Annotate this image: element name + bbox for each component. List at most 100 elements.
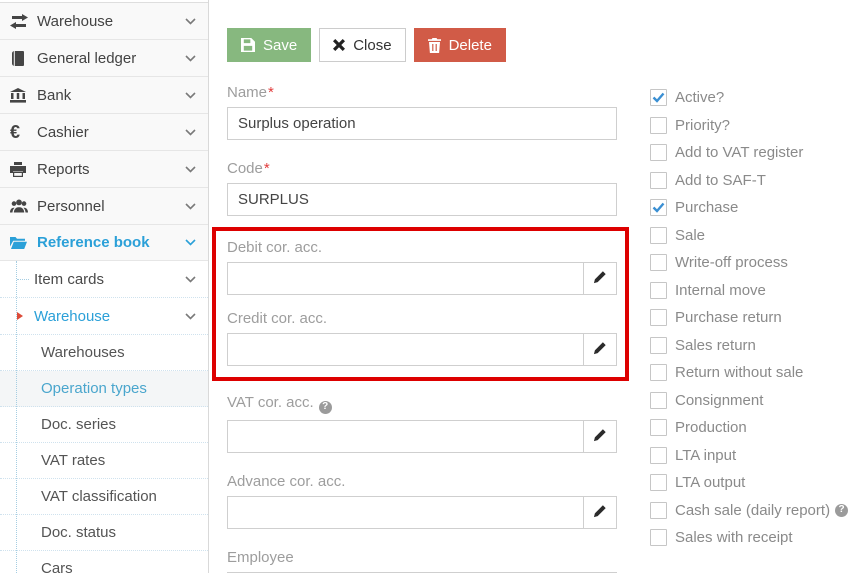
checkbox-row-lta-output[interactable]: LTA output: [650, 474, 848, 491]
sidebar: Warehouse General ledger Bank Cashier: [0, 0, 209, 573]
add-to-saf-t-checkbox[interactable]: [650, 171, 667, 189]
checkbox-label[interactable]: Write-off process: [675, 254, 788, 271]
checkbox-row-return-without-sale[interactable]: Return without sale: [650, 364, 848, 381]
return-without-sale-checkbox[interactable]: [650, 364, 667, 381]
checkbox-label[interactable]: Active?: [675, 89, 724, 106]
edit-vat-account-button[interactable]: [583, 420, 616, 452]
active-checkbox[interactable]: [650, 89, 667, 106]
save-button[interactable]: Save: [227, 28, 312, 62]
chevron-down-icon: [185, 165, 196, 173]
vat-cor-acc-group: [227, 419, 617, 453]
checkbox-label[interactable]: Sale: [675, 227, 705, 244]
close-icon: [333, 39, 346, 51]
code-input[interactable]: [227, 183, 617, 216]
purchase-return-checkbox[interactable]: [650, 309, 667, 326]
sidebar-subitem-operation-types[interactable]: Operation types: [0, 371, 208, 407]
sidebar-item-general-ledger[interactable]: General ledger: [0, 39, 208, 76]
consignment-checkbox[interactable]: [650, 391, 667, 409]
sidebar-subitem-item-cards[interactable]: Item cards: [0, 261, 208, 298]
checkbox-label[interactable]: Sales with receipt: [675, 529, 793, 546]
priority-checkbox[interactable]: [650, 116, 667, 134]
credit-cor-acc-label: Credit cor. acc.: [227, 310, 617, 327]
sidebar-item-reports[interactable]: Reports: [0, 150, 208, 187]
sidebar-subitem-label: VAT rates: [41, 452, 106, 469]
chevron-down-icon: [185, 128, 196, 136]
checkmark-icon: [652, 202, 665, 213]
checkbox-row-add-to-saf-t[interactable]: Add to SAF-T: [650, 171, 848, 189]
sales-return-checkbox[interactable]: [650, 336, 667, 354]
add-to-vat-register-checkbox[interactable]: [650, 144, 667, 161]
sidebar-subitem-vat-classification[interactable]: VAT classification: [0, 479, 208, 515]
checkbox-row-consignment[interactable]: Consignment: [650, 391, 848, 409]
edit-debit-account-button[interactable]: [583, 263, 616, 294]
sidebar-subitem-warehouses[interactable]: Warehouses: [0, 335, 208, 371]
checkbox-row-sale[interactable]: Sale: [650, 226, 848, 244]
checkbox-row-cash-sale[interactable]: Cash sale (daily report): [650, 501, 849, 519]
checkbox-label[interactable]: Sales return: [675, 337, 756, 354]
sidebar-subitem-warehouse[interactable]: Warehouse: [0, 298, 208, 335]
checkbox-row-lta-input[interactable]: LTA input: [650, 446, 848, 464]
delete-button[interactable]: Delete: [413, 28, 506, 62]
sidebar-subitem-cars[interactable]: Cars: [0, 551, 208, 573]
sidebar-item-reference-book[interactable]: Reference book: [0, 224, 208, 261]
checkbox-row-priority[interactable]: Priority?: [650, 116, 848, 134]
checkbox-label[interactable]: Production: [675, 419, 747, 436]
advance-cor-acc-label: Advance cor. acc.: [227, 473, 617, 490]
question-circle-icon[interactable]: [318, 400, 332, 414]
checkbox-row-production[interactable]: Production: [650, 419, 848, 436]
cash-sale-checkbox[interactable]: [650, 501, 667, 519]
checkbox-row-write-off-process[interactable]: Write-off process: [650, 254, 848, 271]
field-code: Code*: [227, 160, 617, 216]
checkbox-row-sales-return[interactable]: Sales return: [650, 336, 848, 354]
edit-credit-account-button[interactable]: [583, 334, 616, 365]
sidebar-item-cashier[interactable]: Cashier: [0, 113, 208, 150]
sidebar-item-personnel[interactable]: Personnel: [0, 187, 208, 224]
chevron-down-icon: [185, 17, 196, 25]
sidebar-subitem-doc-status[interactable]: Doc. status: [0, 515, 208, 551]
trash-icon: [427, 37, 441, 53]
sale-checkbox[interactable]: [650, 226, 667, 244]
checkbox-row-purchase-return[interactable]: Purchase return: [650, 309, 848, 326]
question-circle-icon[interactable]: [835, 503, 849, 517]
lta-input-checkbox[interactable]: [650, 446, 667, 464]
sidebar-item-label: Bank: [37, 86, 72, 104]
checkbox-label[interactable]: LTA input: [675, 447, 736, 464]
edit-advance-account-button[interactable]: [583, 496, 616, 528]
checkbox-row-sales-with-receipt[interactable]: Sales with receipt: [650, 529, 848, 546]
checkbox-label[interactable]: Cash sale (daily report): [675, 502, 849, 519]
checkbox-label[interactable]: Return without sale: [675, 364, 803, 381]
purchase-checkbox[interactable]: [650, 199, 667, 216]
checkbox-label[interactable]: Consignment: [675, 392, 763, 409]
write-off-process-checkbox[interactable]: [650, 254, 667, 271]
checkbox-label[interactable]: Internal move: [675, 282, 766, 299]
label-text: Debit cor. acc.: [227, 239, 323, 256]
chevron-down-icon: [185, 91, 196, 99]
sidebar-subitem-doc-series[interactable]: Doc. series: [0, 407, 208, 443]
checkbox-label[interactable]: Priority?: [675, 117, 730, 134]
checkbox-label[interactable]: Add to VAT register: [675, 144, 803, 161]
vat-cor-acc-input[interactable]: [228, 420, 583, 452]
sidebar-item-label: Personnel: [37, 197, 105, 215]
credit-cor-acc-input[interactable]: [228, 334, 583, 365]
form-fields-column: Name* Code* Debit cor. acc. Credit cor. …: [212, 84, 629, 573]
debit-cor-acc-input[interactable]: [228, 263, 583, 294]
production-checkbox[interactable]: [650, 419, 667, 436]
sidebar-item-bank[interactable]: Bank: [0, 76, 208, 113]
sidebar-subitem-vat-rates[interactable]: VAT rates: [0, 443, 208, 479]
checkbox-label[interactable]: Purchase: [675, 199, 738, 216]
checkbox-row-add-to-vat-register[interactable]: Add to VAT register: [650, 144, 848, 161]
checkbox-label[interactable]: LTA output: [675, 474, 745, 491]
sales-with-receipt-checkbox[interactable]: [650, 529, 667, 546]
checkbox-label[interactable]: Purchase return: [675, 309, 782, 326]
lta-output-checkbox[interactable]: [650, 474, 667, 491]
sidebar-item-warehouse[interactable]: Warehouse: [0, 2, 208, 39]
advance-cor-acc-input[interactable]: [228, 496, 583, 528]
checkbox-row-purchase[interactable]: Purchase: [650, 199, 848, 216]
checkbox-row-internal-move[interactable]: Internal move: [650, 281, 848, 299]
checkbox-label[interactable]: Add to SAF-T: [675, 172, 766, 189]
name-input[interactable]: [227, 107, 617, 140]
internal-move-checkbox[interactable]: [650, 281, 667, 299]
folder-open-icon: [10, 236, 37, 249]
close-button[interactable]: Close: [319, 28, 406, 62]
checkbox-row-active[interactable]: Active?: [650, 89, 848, 106]
